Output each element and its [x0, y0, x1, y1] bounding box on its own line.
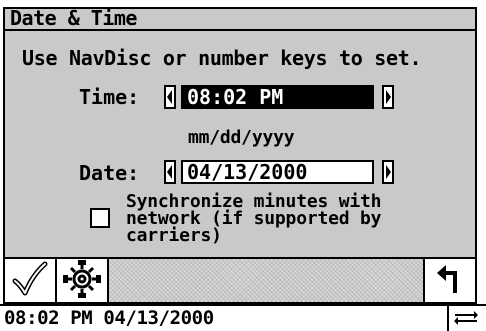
date-previous-button[interactable]: [164, 160, 176, 184]
current-date-time: 08:02 PM 04/13/2000: [4, 307, 214, 329]
left-arrow-icon: [167, 165, 172, 179]
date-time-screen: Date & Time Use NavDisc or number keys t…: [0, 0, 486, 331]
date-label: Date:: [79, 161, 140, 185]
sync-checkbox[interactable]: [90, 208, 110, 228]
time-field[interactable]: 08:02 PM: [181, 85, 374, 109]
checkmark-icon: [12, 261, 48, 296]
time-label: Time:: [79, 85, 140, 109]
sync-checkbox-label: Synchronize minutes with network (if sup…: [126, 191, 382, 246]
settings-button[interactable]: [57, 259, 109, 302]
right-arrow-icon: [386, 90, 391, 104]
gear-icon: [63, 260, 101, 298]
bottom-toolbar: [3, 257, 477, 304]
instruction-text: Use NavDisc or number keys to set.: [22, 46, 422, 70]
right-arrow-icon: [386, 165, 391, 179]
time-next-button[interactable]: [382, 85, 394, 109]
date-format-hint: mm/dd/yyyy: [188, 127, 295, 148]
status-divider: [447, 306, 449, 331]
ok-button[interactable]: [5, 259, 57, 302]
left-arrow-icon: [167, 90, 172, 104]
text-cursor: [372, 163, 374, 181]
status-bar: 08:02 PM 04/13/2000: [0, 304, 486, 331]
network-transfer-icon: [454, 311, 478, 325]
back-button[interactable]: [423, 259, 475, 302]
window-title: Date & Time: [10, 6, 137, 30]
return-arrow-icon: [437, 265, 457, 293]
date-next-button[interactable]: [382, 160, 394, 184]
time-previous-button[interactable]: [164, 85, 176, 109]
date-field[interactable]: 04/13/2000: [181, 160, 374, 184]
